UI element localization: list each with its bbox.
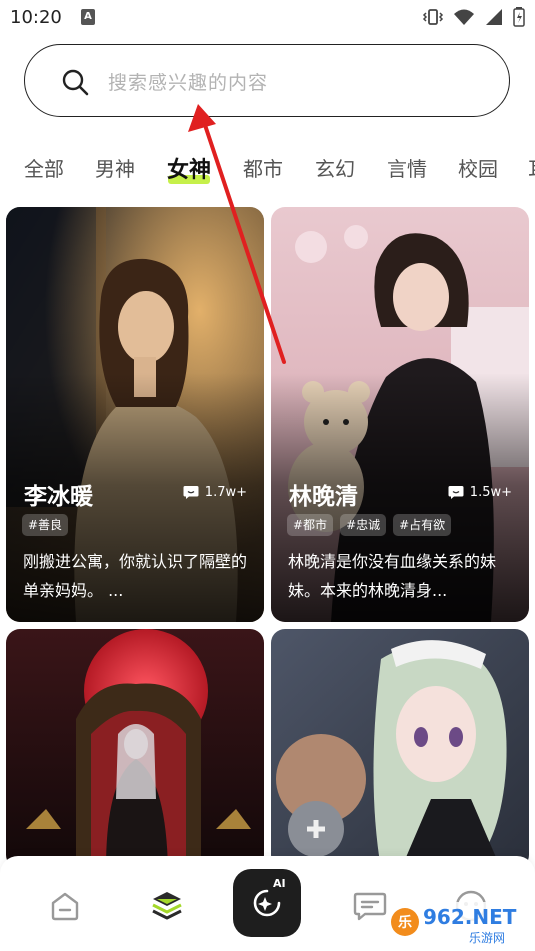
battery-icon — [513, 7, 525, 27]
status-time: 10:20 — [10, 7, 62, 28]
layers-icon[interactable] — [149, 888, 185, 924]
tag: #忠诚 — [340, 514, 387, 536]
watermark-logo: 乐 962.NET 乐游网 — [387, 902, 527, 946]
vibrate-icon — [422, 9, 444, 25]
character-card[interactable]: 林晚清 1.5w+ #都市 #忠诚 #占有欲 林晚清是你没有血缘关系的妹妹。本来… — [271, 207, 529, 622]
character-card[interactable] — [271, 629, 529, 869]
tab-all[interactable]: 全部 — [24, 153, 64, 182]
tag-list: #善良 — [22, 514, 69, 536]
tab-overflow[interactable]: 耳 — [528, 153, 535, 182]
character-card[interactable] — [6, 629, 264, 869]
tag: #占有欲 — [393, 514, 452, 536]
character-name: 李冰暖 — [24, 484, 93, 510]
wifi-icon — [454, 9, 474, 25]
tab-fantasy[interactable]: 玄幻 — [315, 153, 355, 182]
chat-count-value: 1.7w+ — [204, 485, 247, 500]
message-icon[interactable] — [352, 888, 388, 924]
tab-urban[interactable]: 都市 — [243, 153, 283, 182]
tag-list: #都市 #忠诚 #占有欲 — [287, 514, 452, 536]
tag: #善良 — [22, 514, 69, 536]
character-portrait — [271, 629, 529, 869]
app-notification-icon: A — [81, 9, 95, 25]
character-portrait — [6, 629, 264, 869]
tab-male[interactable]: 男神 — [95, 153, 135, 182]
tab-female[interactable]: 女神 — [167, 152, 211, 184]
watermark-subtext: 乐游网 — [469, 931, 505, 945]
ai-create-icon — [253, 889, 281, 917]
search-input[interactable]: 搜索感兴趣的内容 — [24, 44, 510, 117]
search-icon — [62, 69, 89, 96]
search-placeholder: 搜索感兴趣的内容 — [108, 72, 269, 94]
status-icons — [422, 6, 525, 28]
tab-romance[interactable]: 言情 — [387, 153, 427, 182]
ai-create-button[interactable]: AI — [233, 869, 301, 937]
chat-count: 1.5w+ — [448, 485, 512, 500]
signal-icon — [486, 9, 502, 25]
category-tabs: 全部 男神 女神 都市 玄幻 言情 校园 耳 — [0, 148, 535, 190]
character-card[interactable]: 李冰暖 1.7w+ #善良 刚搬进公寓，你就认识了隔壁的单亲妈妈。 ... — [6, 207, 264, 622]
chat-bubble-icon — [448, 486, 464, 499]
watermark-text: 962.NET — [423, 905, 517, 929]
tab-campus[interactable]: 校园 — [458, 153, 498, 182]
tag: #都市 — [287, 514, 334, 536]
character-name: 林晚清 — [289, 484, 358, 510]
chat-count-value: 1.5w+ — [469, 485, 512, 500]
chat-bubble-icon — [183, 486, 199, 499]
character-description: 林晚清是你没有血缘关系的妹妹。本来的林晚清身... — [288, 552, 497, 600]
status-bar: 10:20 A — [0, 0, 535, 36]
home-icon[interactable] — [47, 888, 83, 924]
svg-text:乐: 乐 — [398, 914, 412, 931]
ai-label: AI — [273, 877, 286, 890]
chat-count: 1.7w+ — [183, 485, 247, 500]
character-description: 刚搬进公寓，你就认识了隔壁的单亲妈妈。 ... — [23, 552, 248, 600]
